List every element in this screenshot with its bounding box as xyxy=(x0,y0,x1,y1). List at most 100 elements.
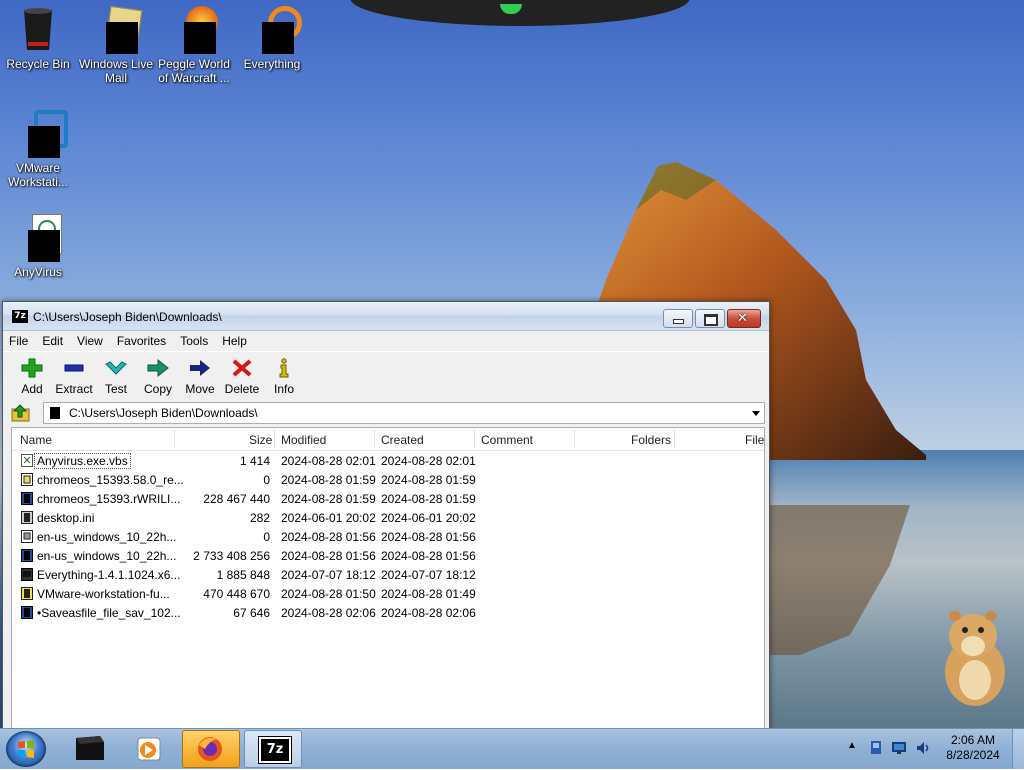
plus-icon xyxy=(21,358,43,378)
column-separator[interactable] xyxy=(674,430,675,448)
chevron-down-icon[interactable] xyxy=(752,411,760,416)
table-row[interactable]: •Saveasfile_file_sav_102... 67 646 2024-… xyxy=(12,603,764,622)
archive-file-icon xyxy=(21,587,33,600)
column-size[interactable]: Size xyxy=(249,433,272,447)
add-label: Add xyxy=(21,382,43,396)
taskbar: 7z ▲ 2:06 AM 8/28/2024 xyxy=(0,728,1024,769)
disc-image-icon xyxy=(21,530,33,543)
window-title: C:\Users\Joseph Biden\Downloads\ xyxy=(33,310,222,324)
column-created[interactable]: Created xyxy=(381,433,424,447)
table-row[interactable]: en-us_windows_10_22h... 2 733 408 256 20… xyxy=(12,546,764,565)
address-bar: C:\Users\Joseph Biden\Downloads\ xyxy=(11,402,765,424)
desktop-icon-anyvirus[interactable]: AnyVirus xyxy=(0,214,76,279)
table-row[interactable]: Everything-1.4.1.1024.x6... 1 885 848 20… xyxy=(12,565,764,584)
taskbar-7zip-button[interactable]: 7z xyxy=(244,730,302,768)
menu-edit[interactable]: Edit xyxy=(42,334,63,348)
column-comment[interactable]: Comment xyxy=(481,433,533,447)
test-button[interactable]: Test xyxy=(95,352,137,402)
maximize-icon xyxy=(704,314,718,326)
column-separator[interactable] xyxy=(274,430,275,448)
taskbar-firefox-button[interactable] xyxy=(182,730,240,768)
7zip-app-icon: 7z xyxy=(12,310,28,323)
info-label: Info xyxy=(273,382,294,396)
minus-icon xyxy=(64,364,84,372)
column-separator[interactable] xyxy=(474,430,475,448)
desktop-icon-windows-live-mail[interactable]: Windows Live Mail xyxy=(78,5,154,85)
list-header: Name Size Modified Created Comment Folde… xyxy=(12,428,764,451)
volume-icon[interactable] xyxy=(915,740,931,756)
tray-expand-icon[interactable]: ▲ xyxy=(847,740,857,751)
column-separator[interactable] xyxy=(174,430,175,448)
table-row[interactable]: desktop.ini 282 2024-06-01 20:02 2024-06… xyxy=(12,508,764,527)
title-bar[interactable]: 7z C:\Users\Joseph Biden\Downloads\ ✕ xyxy=(3,302,769,331)
recycle-bin-icon xyxy=(14,6,62,54)
x-icon xyxy=(232,359,252,377)
menu-help[interactable]: Help xyxy=(222,334,247,348)
column-folders[interactable]: Folders xyxy=(631,433,671,447)
table-row[interactable]: Anyvirus.exe.vbs 1 414 2024-08-28 02:01 … xyxy=(12,451,764,470)
table-row[interactable]: VMware-workstation-fu... 470 448 670 202… xyxy=(12,584,764,603)
table-row[interactable]: en-us_windows_10_22h... 0 2024-08-28 01:… xyxy=(12,527,764,546)
menu-tools[interactable]: Tools xyxy=(180,334,208,348)
path-text: C:\Users\Joseph Biden\Downloads\ xyxy=(69,406,258,420)
start-button[interactable] xyxy=(6,731,46,767)
extract-button[interactable]: Extract xyxy=(53,352,95,402)
move-button[interactable]: Move xyxy=(179,352,221,402)
close-button[interactable]: ✕ xyxy=(727,309,761,328)
clock-date: 8/28/2024 xyxy=(946,748,1000,762)
column-separator[interactable] xyxy=(374,430,375,448)
desktop-icon-label: AnyVirus xyxy=(14,265,62,279)
network-icon[interactable] xyxy=(891,741,907,755)
maximize-button[interactable] xyxy=(695,309,725,328)
add-button[interactable]: Add xyxy=(11,352,53,402)
menu-file[interactable]: File xyxy=(9,334,28,348)
copy-button[interactable]: Copy xyxy=(137,352,179,402)
tray-device-icon[interactable] xyxy=(869,740,883,756)
path-input[interactable]: C:\Users\Joseph Biden\Downloads\ xyxy=(43,402,765,424)
desktop-icon-label: Everything xyxy=(243,57,301,71)
clock-time: 2:06 AM xyxy=(950,733,996,747)
desktop-icon-label: VMware Workstati... xyxy=(8,161,68,189)
desktop-icon-label: Peggle World of Warcraft ... xyxy=(158,57,230,85)
file-list[interactable]: Name Size Modified Created Comment Folde… xyxy=(11,427,765,729)
exe-file-icon xyxy=(21,568,33,581)
desktop-icon-vmware[interactable]: VMware Workstati... xyxy=(0,110,76,189)
game-icon xyxy=(170,6,218,54)
7zip-window[interactable]: 7z C:\Users\Joseph Biden\Downloads\ ✕ Fi… xyxy=(2,301,770,731)
delete-label: Delete xyxy=(224,382,260,396)
desktop-icon-recycle-bin[interactable]: Recycle Bin xyxy=(0,6,76,71)
minimize-icon xyxy=(673,319,684,324)
folder-up-icon[interactable] xyxy=(11,404,31,422)
firefox-icon xyxy=(198,737,222,761)
file-explorer-icon xyxy=(76,736,104,760)
settings-file-icon xyxy=(21,511,33,524)
extract-label: Extract xyxy=(55,382,93,396)
menu-favorites[interactable]: Favorites xyxy=(117,334,166,348)
column-modified[interactable]: Modified xyxy=(281,433,326,447)
column-name[interactable]: Name xyxy=(20,433,52,447)
media-player-icon xyxy=(137,737,161,761)
windows-logo-icon xyxy=(18,740,34,758)
vmware-icon xyxy=(14,110,68,158)
toolbar: Add Extract Test Copy Move Delete Info xyxy=(3,351,769,402)
table-row[interactable]: chromeos_15393.58.0_re... 0 2024-08-28 0… xyxy=(12,470,764,489)
close-icon: ✕ xyxy=(737,311,748,326)
column-files[interactable]: File xyxy=(745,433,764,447)
menu-view[interactable]: View xyxy=(77,334,103,348)
show-desktop-button[interactable] xyxy=(1012,729,1024,769)
hamster-gadget xyxy=(945,611,1005,706)
info-button[interactable]: Info xyxy=(263,352,305,402)
7zip-icon: 7z xyxy=(258,736,292,764)
desktop-icon-everything[interactable]: Everything xyxy=(234,6,310,71)
mail-icon xyxy=(92,5,143,54)
delete-button[interactable]: Delete xyxy=(221,352,263,402)
table-row[interactable]: chromeos_15393.rWRILI... 228 467 440 202… xyxy=(12,489,764,508)
taskbar-media-player-button[interactable] xyxy=(122,730,178,766)
wallpaper-reflection xyxy=(760,505,910,655)
clock[interactable]: 2:06 AM 8/28/2024 xyxy=(940,733,1006,763)
taskbar-explorer-button[interactable] xyxy=(62,730,118,766)
desktop-icon-peggle[interactable]: Peggle World of Warcraft ... xyxy=(156,6,232,85)
file-icon xyxy=(21,606,33,619)
column-separator[interactable] xyxy=(574,430,575,448)
minimize-button[interactable] xyxy=(663,309,693,328)
